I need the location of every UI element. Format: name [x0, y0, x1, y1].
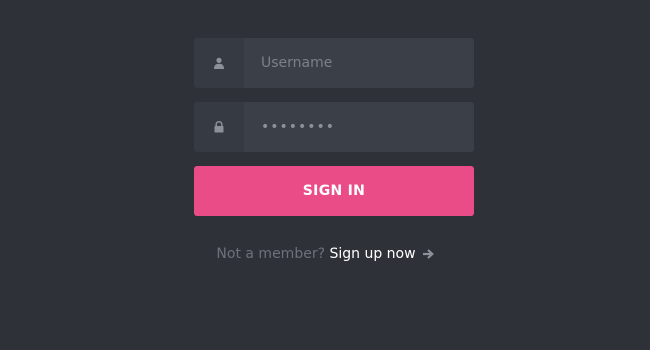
- username-field: [194, 38, 474, 88]
- signup-prompt: Not a member? Sign up now: [0, 244, 650, 264]
- password-field: [194, 102, 474, 152]
- sign-in-button[interactable]: SIGN IN: [194, 166, 474, 216]
- lock-icon: [214, 121, 224, 133]
- user-icon: [214, 57, 224, 69]
- not-member-text: Not a member?: [216, 246, 330, 262]
- arrow-right-icon: [422, 249, 434, 259]
- login-form: SIGN IN: [194, 38, 474, 216]
- user-icon-container: [194, 38, 244, 88]
- username-input[interactable]: [244, 38, 474, 88]
- sign-up-link[interactable]: Sign up now: [329, 244, 434, 264]
- lock-icon-container: [194, 102, 244, 152]
- sign-up-link-label: Sign up now: [329, 246, 416, 262]
- password-input[interactable]: [244, 102, 474, 152]
